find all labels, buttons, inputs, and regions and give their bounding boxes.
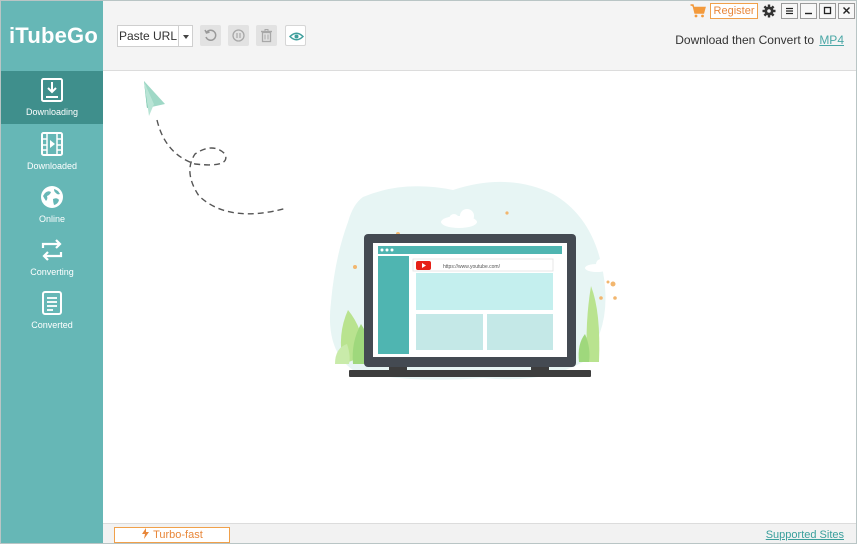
sidebar-item-converting[interactable]: Converting <box>1 231 103 284</box>
sidebar-item-label: Online <box>38 214 65 224</box>
minimize-button[interactable] <box>800 3 817 19</box>
paste-url-dropdown[interactable] <box>178 25 193 47</box>
supported-sites-link[interactable]: Supported Sites <box>766 529 844 541</box>
pause-icon <box>232 29 245 42</box>
download-list-area: https://www.youtube.com/ <box>103 72 856 523</box>
turbo-fast-button[interactable]: Turbo-fast <box>114 527 230 543</box>
lightning-icon <box>142 528 150 539</box>
preview-button[interactable] <box>285 25 306 46</box>
sidebar-item-label: Converting <box>30 267 74 277</box>
trash-icon <box>261 29 272 43</box>
register-button[interactable]: Register <box>710 3 758 19</box>
sidebar-item-online[interactable]: Online <box>1 178 103 231</box>
pause-button[interactable] <box>228 25 249 46</box>
convert-icon <box>41 239 63 261</box>
close-icon <box>843 7 850 14</box>
turbo-fast-label: Turbo-fast <box>153 529 203 541</box>
sidebar-item-downloading[interactable]: Downloading <box>1 71 103 124</box>
convert-format-link[interactable]: MP4 <box>819 33 844 47</box>
close-button[interactable] <box>838 3 855 19</box>
maximize-button[interactable] <box>819 3 836 19</box>
app-logo: iTubeGo <box>9 23 98 48</box>
refresh-icon <box>204 29 217 41</box>
flight-path <box>156 119 288 215</box>
browser-url-text: https://www.youtube.com/ <box>443 264 501 270</box>
laptop-illustration <box>349 234 591 377</box>
document-icon <box>42 291 62 315</box>
eye-icon <box>289 32 304 41</box>
cart-icon[interactable] <box>690 4 706 18</box>
paper-plane-icon <box>144 81 165 116</box>
globe-icon <box>41 186 63 208</box>
empty-state-illustration: https://www.youtube.com/ <box>144 81 617 380</box>
app-window: iTubeGo Downloading Downloaded Online Co… <box>0 0 857 544</box>
paste-url-button[interactable]: Paste URL <box>117 25 179 47</box>
sidebar: iTubeGo Downloading Downloaded Online Co… <box>1 1 103 543</box>
sidebar-item-converted[interactable]: Converted <box>1 284 103 337</box>
minimize-icon <box>805 12 812 15</box>
film-icon <box>41 132 63 156</box>
gear-icon[interactable] <box>762 4 776 18</box>
status-bar: Turbo-fast Supported Sites <box>103 523 856 543</box>
delete-button[interactable] <box>256 25 277 46</box>
download-icon <box>41 78 63 102</box>
sidebar-item-label: Downloaded <box>26 161 78 171</box>
convert-label: Download then Convert to <box>675 33 814 47</box>
menu-icon <box>786 7 793 15</box>
sidebar-item-label: Converted <box>31 320 73 330</box>
resume-button[interactable] <box>200 25 221 46</box>
sidebar-item-downloaded[interactable]: Downloaded <box>1 125 103 178</box>
sidebar-item-label: Downloading <box>25 107 79 117</box>
maximize-icon <box>823 6 832 15</box>
menu-button[interactable] <box>781 3 798 19</box>
